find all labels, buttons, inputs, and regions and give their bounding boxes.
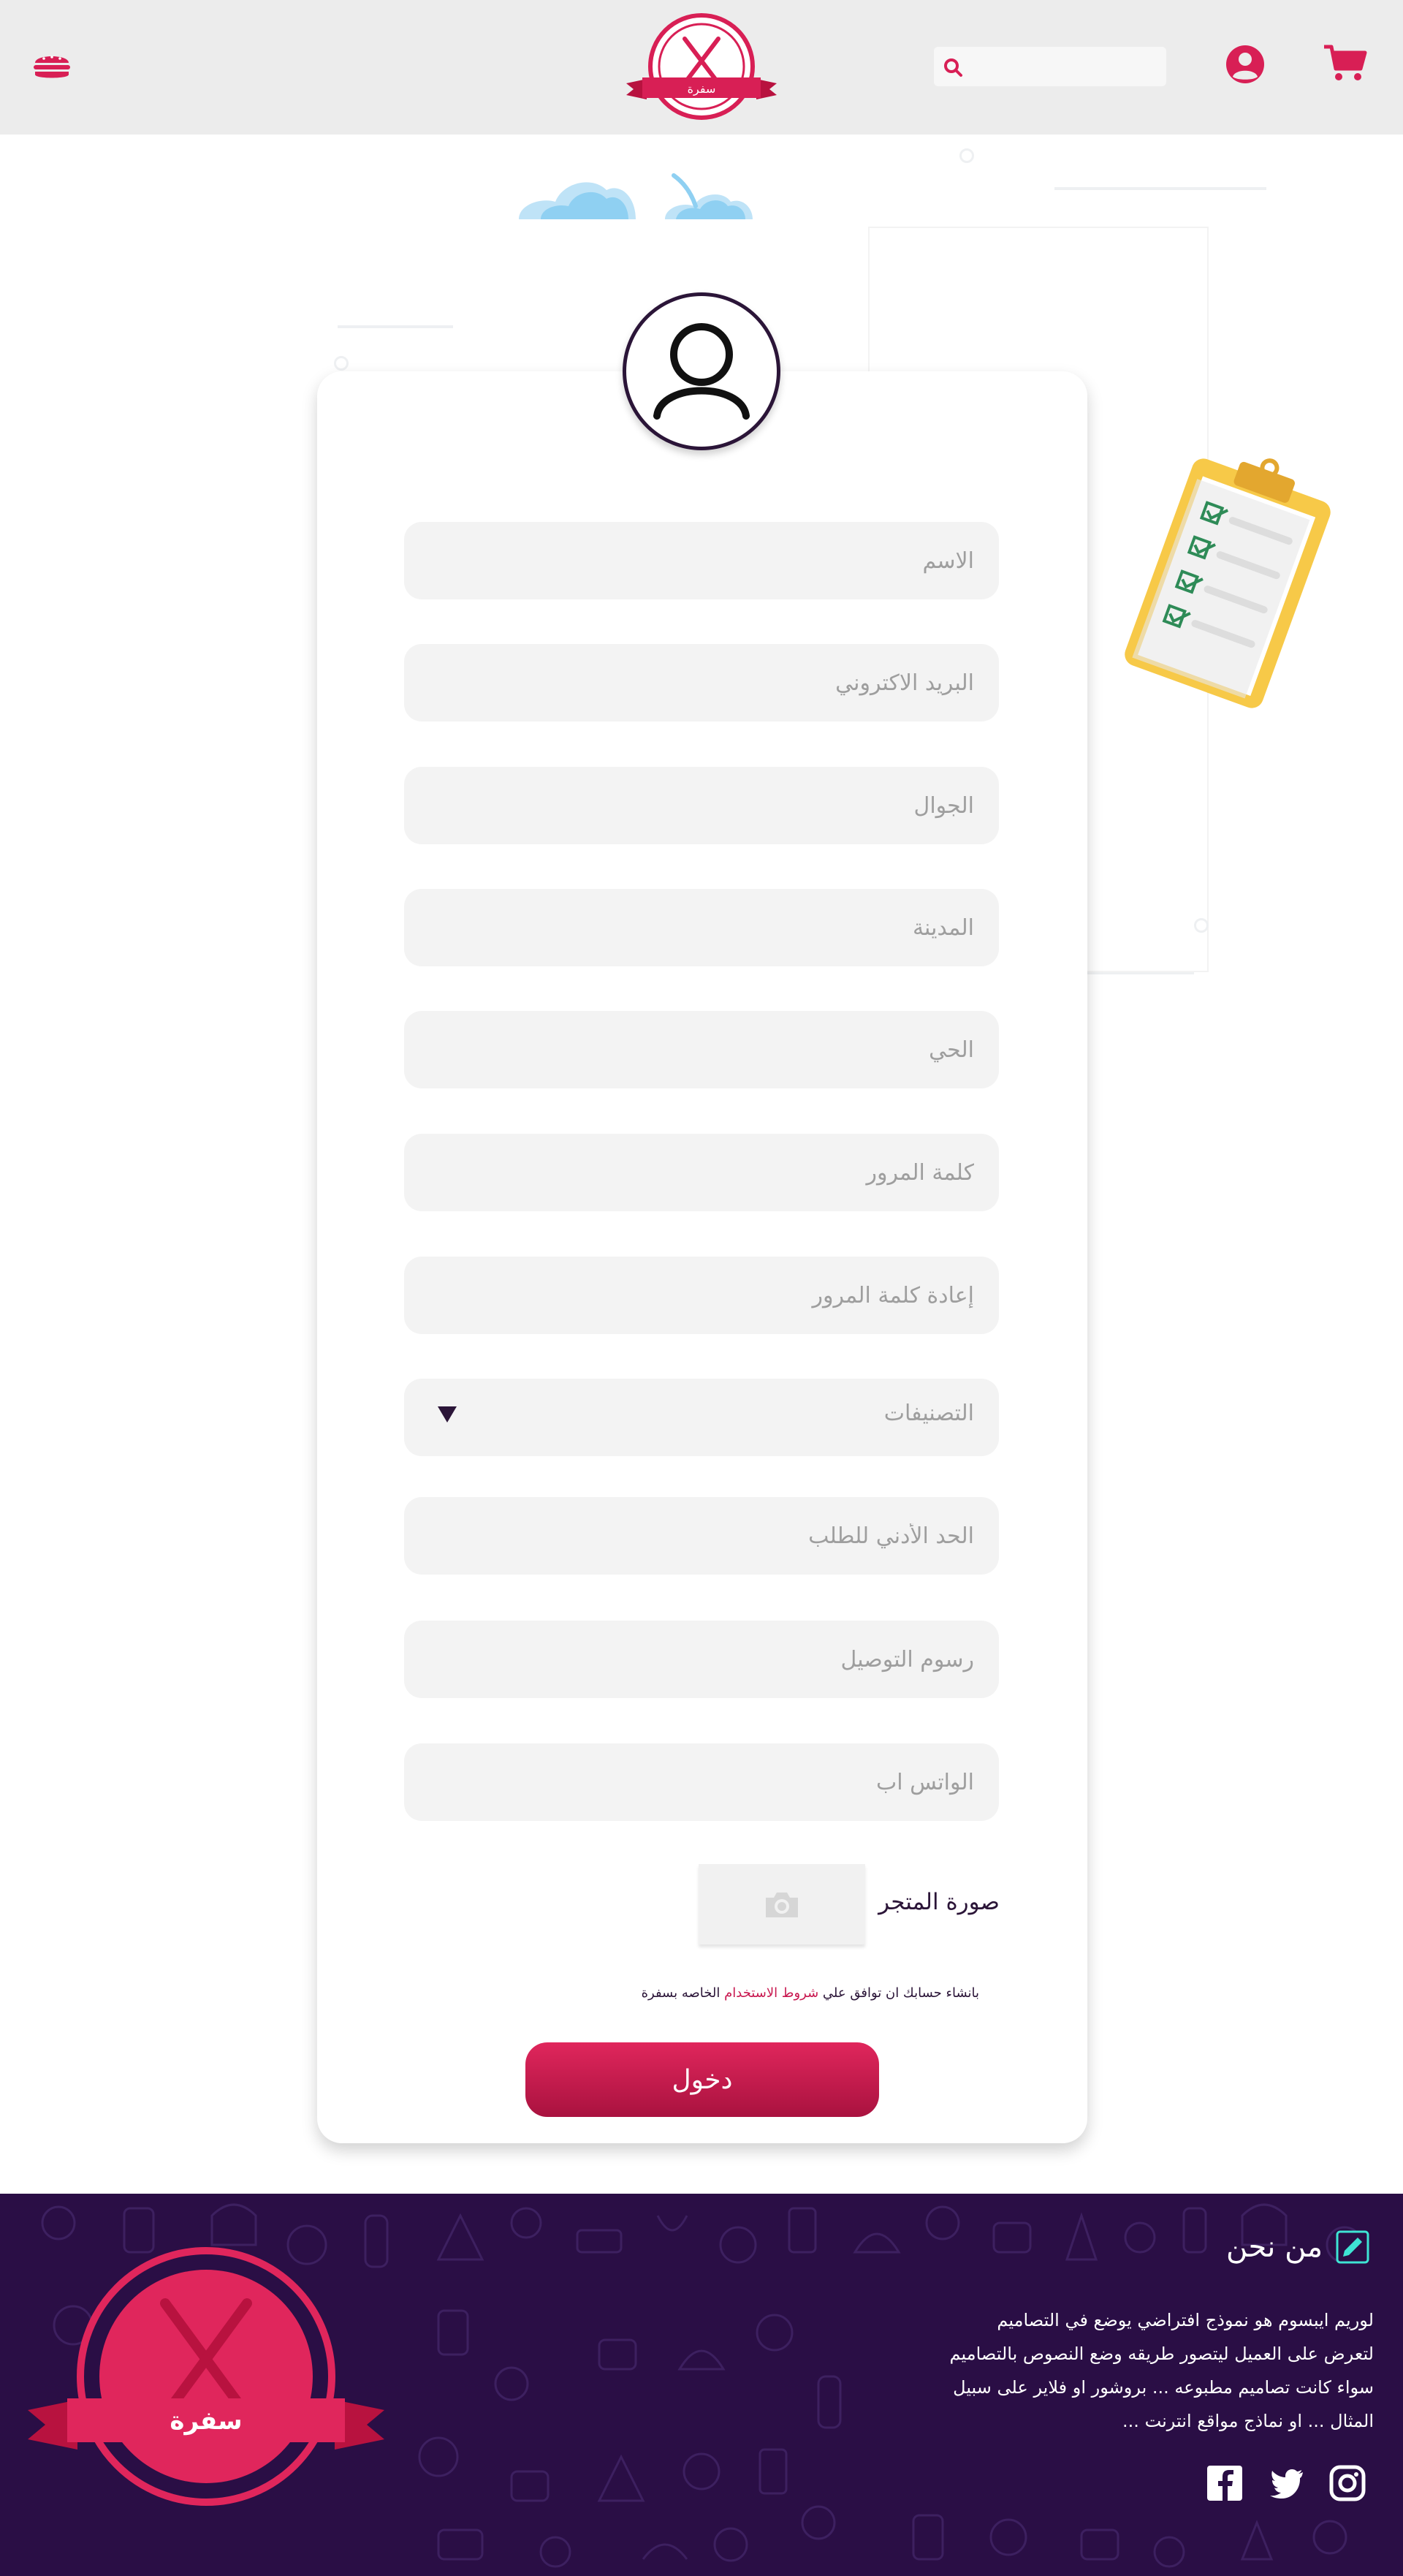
avatar: [623, 292, 780, 450]
delivery-fee-field[interactable]: [404, 1621, 999, 1698]
email-field[interactable]: [404, 644, 999, 721]
about-title: من نحن: [1226, 2230, 1323, 2264]
confirm-password-field[interactable]: [404, 1257, 999, 1334]
password-field[interactable]: [404, 1134, 999, 1211]
camera-icon[interactable]: [763, 1890, 801, 1920]
about-line: المثال ... او نماذج مواقع انترنت ...: [1122, 2411, 1374, 2431]
decor-circle: [1194, 918, 1209, 933]
delivery-fee-input[interactable]: [404, 1621, 999, 1698]
about-line: لوريم ايبسوم هو نموذج افتراضي يوضع في ال…: [997, 2310, 1374, 2330]
site-logo[interactable]: سفرة: [625, 13, 778, 123]
twitter-icon[interactable]: [1267, 2464, 1305, 2502]
dropdown-caret-icon[interactable]: [438, 1406, 457, 1423]
decor-line: [338, 325, 453, 328]
user-account-icon[interactable]: [1225, 44, 1266, 85]
cart-icon[interactable]: [1323, 42, 1368, 83]
pencil-icon: [1336, 2230, 1369, 2264]
district-input[interactable]: [404, 1011, 999, 1088]
instagram-icon[interactable]: [1328, 2464, 1366, 2502]
email-input[interactable]: [404, 644, 999, 721]
min-order-input[interactable]: [404, 1497, 999, 1575]
about-text: لوريم ايبسوم هو نموذج افتراضي يوضع في ال…: [848, 2303, 1374, 2438]
footer-logo: سفرة: [28, 2247, 384, 2506]
confirm-password-input[interactable]: [404, 1257, 999, 1334]
site-footer: سفرة من نحن لوريم ايبسوم هو نموذج افتراض…: [0, 2194, 1403, 2576]
burger-menu-icon[interactable]: [32, 50, 72, 82]
category-select-text: التصنيفات: [883, 1401, 974, 1426]
clouds-illustration: [519, 173, 753, 219]
clipboard-checklist-illustration: [1125, 458, 1331, 708]
svg-text:سفرة: سفرة: [688, 82, 716, 96]
search-icon[interactable]: [943, 57, 963, 77]
store-image-label: صورة المتجر: [878, 1889, 1000, 1915]
decor-circle: [334, 356, 349, 371]
terms-suffix: الخاصه بسفرة: [641, 1985, 720, 2001]
district-field[interactable]: [404, 1011, 999, 1088]
terms-prefix: بانشاء حسابك ان توافق علي: [822, 1985, 979, 2001]
min-order-field[interactable]: [404, 1497, 999, 1575]
password-input[interactable]: [404, 1134, 999, 1211]
about-line: لتعرض على العميل ليتصور طريقه وضع النصوص…: [949, 2344, 1374, 2364]
about-line: سواء كانت تصاميم مطبوعه ... بروشور او فل…: [953, 2377, 1374, 2398]
search-input[interactable]: [969, 47, 1159, 86]
store-image-upload[interactable]: [699, 1864, 865, 1944]
decor-line: [1054, 187, 1266, 190]
decor-circle: [959, 148, 974, 163]
city-input[interactable]: [404, 889, 999, 966]
facebook-icon[interactable]: [1206, 2464, 1244, 2502]
terms-link[interactable]: شروط الاستخدام: [724, 1985, 818, 2001]
search-bar[interactable]: [934, 47, 1166, 86]
mobile-field[interactable]: [404, 767, 999, 844]
city-field[interactable]: [404, 889, 999, 966]
svg-text:سفرة: سفرة: [170, 2406, 242, 2436]
submit-button[interactable]: دخول: [525, 2042, 879, 2117]
whatsapp-field[interactable]: [404, 1743, 999, 1821]
whatsapp-input[interactable]: [404, 1743, 999, 1821]
user-profile-icon: [653, 323, 750, 420]
category-select[interactable]: التصنيفات: [404, 1379, 999, 1456]
terms-text: بانشاء حسابك ان توافق علي شروط الاستخدام…: [570, 1985, 979, 2001]
site-header: سفرة: [0, 0, 1403, 135]
name-input[interactable]: [404, 522, 999, 599]
mobile-input[interactable]: [404, 767, 999, 844]
name-field[interactable]: [404, 522, 999, 599]
